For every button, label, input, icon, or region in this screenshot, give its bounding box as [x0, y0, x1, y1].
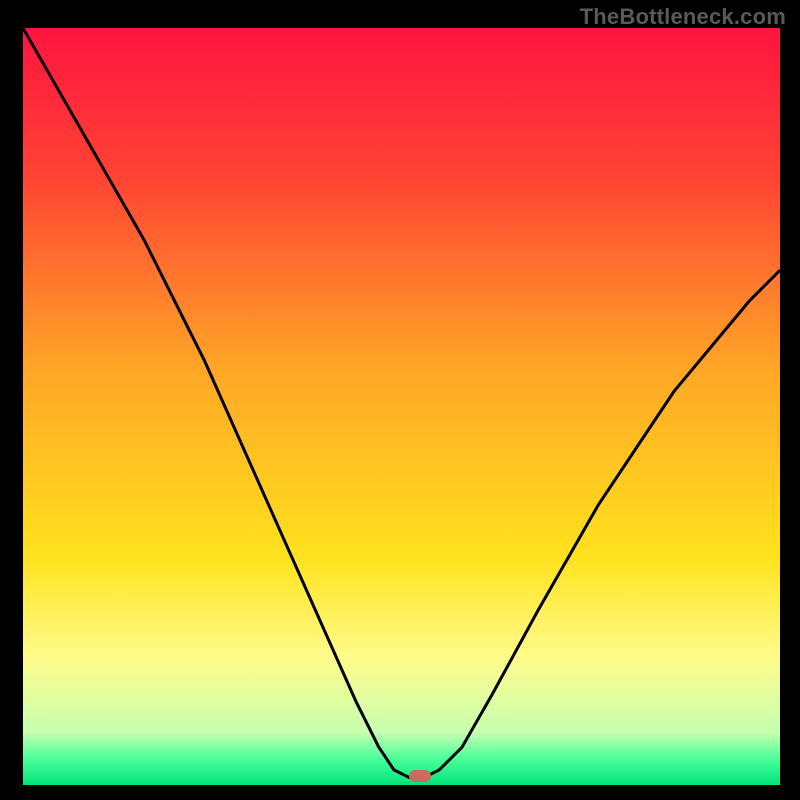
curve-path: [23, 28, 780, 777]
plot-area: [23, 28, 780, 785]
watermark-text: TheBottleneck.com: [580, 4, 786, 30]
bottleneck-curve: [23, 28, 780, 785]
stage: TheBottleneck.com: [0, 0, 800, 800]
optimal-marker: [409, 770, 431, 782]
